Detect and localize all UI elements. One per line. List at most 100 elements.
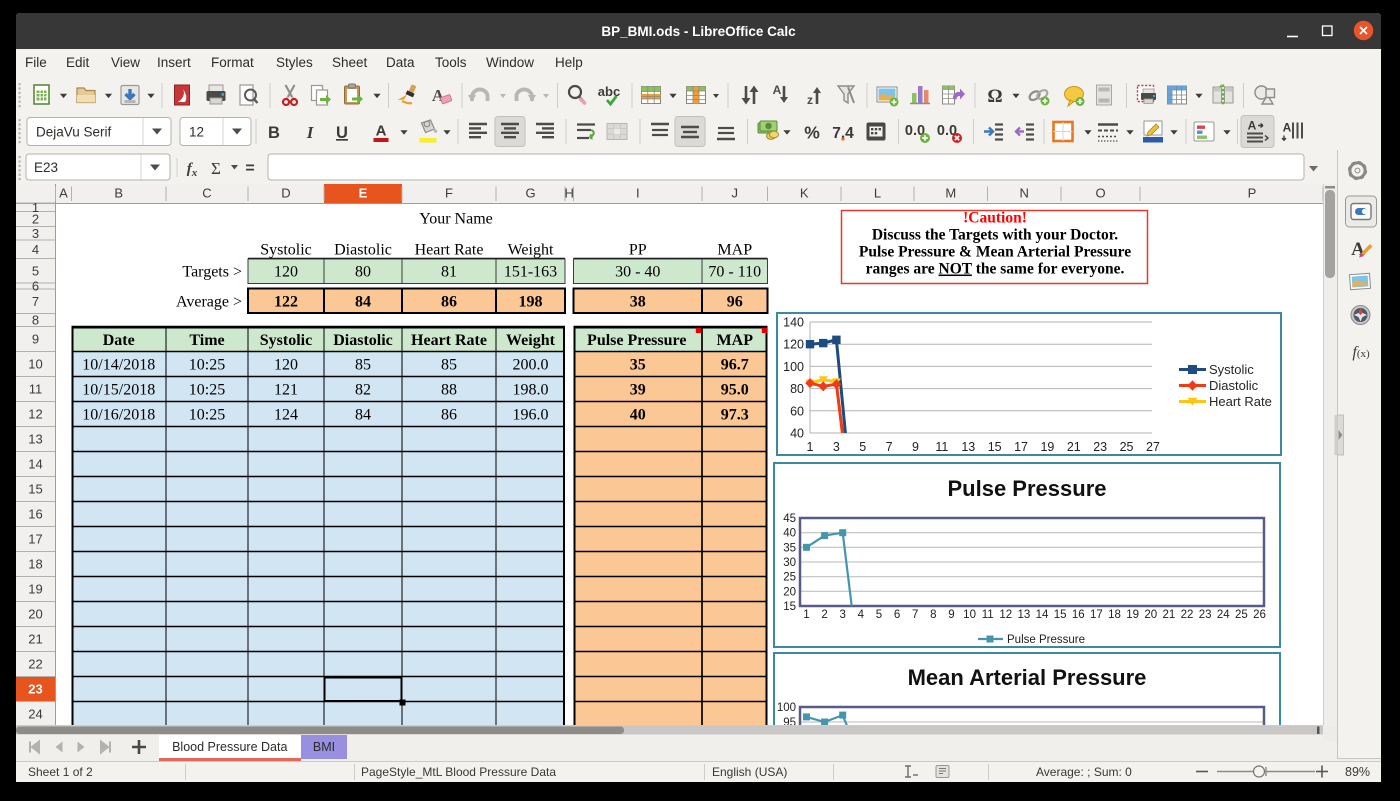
svg-text:10/16/2018: 10/16/2018 [82,407,155,424]
svg-text:25: 25 [1235,609,1248,621]
svg-text:O: O [1095,186,1105,201]
svg-text:MAP: MAP [717,242,752,259]
svg-text:22: 22 [1181,609,1194,621]
svg-text:fx: fx [187,161,198,179]
svg-text:100: 100 [783,360,804,374]
svg-text:H: H [565,186,574,201]
svg-text:E23: E23 [34,160,58,175]
svg-text:A: A [1283,121,1292,135]
svg-text:DejaVu Serif: DejaVu Serif [36,125,112,140]
svg-text:Systolic: Systolic [1209,362,1254,377]
svg-text:19: 19 [1040,440,1054,454]
svg-text:L: L [874,186,881,201]
svg-text:I: I [636,186,640,201]
svg-text:88: 88 [441,382,457,399]
svg-text:Discuss the Targets with your: Discuss the Targets with your Doctor. [872,227,1118,244]
svg-text:9: 9 [32,332,39,347]
svg-text:Diastolic: Diastolic [334,242,392,259]
svg-text:122: 122 [274,294,298,311]
svg-text:30 - 40: 30 - 40 [615,264,660,281]
svg-text:198: 198 [519,294,543,311]
svg-text:95.0: 95.0 [721,382,749,399]
svg-text:Ω: Ω [987,86,1002,107]
svg-text:11: 11 [29,382,43,397]
svg-text:f(x): f(x) [1352,344,1370,361]
svg-text:Pulse Pressure & Mean Arterial: Pulse Pressure & Mean Arterial Pressure [859,244,1131,261]
svg-text:14: 14 [1036,609,1049,621]
svg-text:27: 27 [1146,440,1160,454]
svg-text:A: A [59,186,68,201]
svg-text:B: B [268,124,280,142]
svg-text:80: 80 [355,264,371,281]
svg-text:17: 17 [1014,440,1028,454]
svg-text:10:25: 10:25 [189,407,225,424]
svg-text:85: 85 [355,357,371,374]
svg-text:N: N [1020,186,1029,201]
svg-text:10: 10 [963,609,976,621]
svg-text:D: D [281,186,290,201]
svg-text:G: G [525,186,535,201]
svg-text:120: 120 [783,338,804,352]
svg-text:B: B [114,186,123,201]
svg-text:20: 20 [28,607,42,622]
svg-text:Heart Rate: Heart Rate [1209,394,1272,409]
svg-text:10:25: 10:25 [189,382,225,399]
svg-text:21: 21 [1067,440,1081,454]
svg-text:13: 13 [28,432,42,447]
svg-text:140: 140 [783,316,804,330]
svg-text:23: 23 [1199,609,1212,621]
svg-text:7: 7 [912,609,918,621]
svg-text:35: 35 [783,542,796,554]
svg-text:35: 35 [630,357,646,374]
svg-text:10:25: 10:25 [189,357,225,374]
svg-text:3: 3 [840,609,846,621]
svg-text:A: A [376,123,387,140]
svg-text:Diastolic: Diastolic [1209,378,1259,393]
svg-text:Date: Date [103,332,135,349]
svg-text:Targets >: Targets > [182,264,242,281]
svg-text:12: 12 [999,609,1012,621]
svg-text:120: 120 [274,264,298,281]
svg-text:19: 19 [28,582,42,597]
svg-text:10/15/2018: 10/15/2018 [82,382,155,399]
svg-text:18: 18 [1108,609,1121,621]
svg-text:10/14/2018: 10/14/2018 [82,357,155,374]
svg-text:200.0: 200.0 [513,357,549,374]
svg-text:F: F [445,186,453,201]
svg-text:45: 45 [783,513,796,525]
svg-text:24: 24 [1217,609,1230,621]
svg-text:86: 86 [441,294,457,311]
svg-text:M: M [945,186,956,201]
svg-text:11: 11 [935,440,948,454]
svg-text:Mean Arterial Pressure: Mean Arterial Pressure [908,665,1147,690]
svg-text:4: 4 [858,609,865,621]
svg-text:17: 17 [28,532,42,547]
svg-text:Average >: Average > [176,294,242,311]
svg-text:97.3: 97.3 [721,407,749,424]
svg-text:2: 2 [821,609,827,621]
svg-text:C: C [202,186,211,201]
svg-text:100: 100 [777,702,796,714]
svg-text:Pulse Pressure: Pulse Pressure [587,332,686,349]
svg-text:124: 124 [274,407,298,424]
svg-text:Systolic: Systolic [260,332,312,349]
svg-text:Σ: Σ [211,159,221,178]
svg-text:198.0: 198.0 [513,382,549,399]
svg-text:18: 18 [28,557,42,572]
svg-text:2: 2 [32,212,39,227]
svg-text:15: 15 [1054,609,1067,621]
svg-text:A: A [1351,239,1365,260]
svg-text:Weight: Weight [506,332,556,349]
svg-text:3: 3 [32,226,39,241]
svg-text:21: 21 [28,632,42,647]
svg-text:81: 81 [441,264,457,281]
svg-text:40: 40 [790,427,804,441]
svg-text:96: 96 [727,294,743,311]
svg-text:E: E [359,186,368,201]
svg-text:Weight: Weight [508,242,554,259]
svg-text:7: 7 [32,294,39,309]
svg-text:30: 30 [783,557,796,569]
svg-text:80: 80 [790,382,804,396]
svg-text:15: 15 [783,601,796,613]
svg-text:12: 12 [189,125,204,140]
